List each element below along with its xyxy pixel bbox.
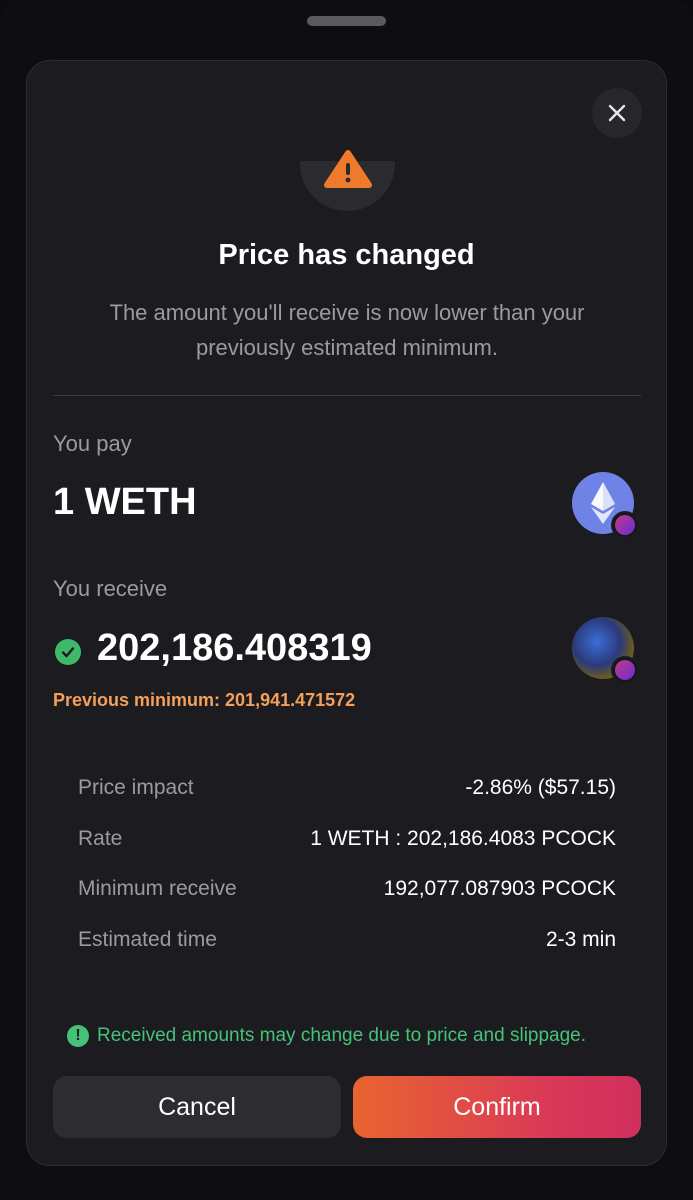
you-pay-label: You pay (53, 431, 132, 456)
detail-value: 2-3 min (545, 927, 616, 951)
network-badge-icon (611, 511, 639, 539)
drag-handle[interactable] (307, 16, 386, 26)
price-changed-modal: Price has changed The amount you'll rece… (26, 60, 667, 1166)
confirm-button[interactable]: Confirm (353, 1076, 641, 1138)
modal-title: Price has changed (218, 239, 475, 271)
detail-key: Price impact (78, 776, 194, 800)
slippage-note: ! Received amounts may change due to pri… (67, 1025, 647, 1047)
check-icon (55, 639, 81, 665)
detail-key: Estimated time (78, 927, 217, 951)
detail-value: -2.86% ($57.15) (465, 776, 616, 800)
cancel-button[interactable]: Cancel (53, 1076, 341, 1138)
detail-key: Minimum receive (78, 877, 237, 901)
swap-details: Price impact -2.86% ($57.15) Rate 1 WETH… (78, 763, 616, 965)
warning-icon (324, 150, 372, 188)
detail-row-estimated-time: Estimated time 2-3 min (78, 915, 616, 966)
you-receive-label: You receive (53, 576, 168, 601)
detail-key: Rate (78, 826, 123, 850)
divider (53, 395, 641, 396)
previous-minimum: Previous minimum: 201,941.471572 (53, 690, 356, 710)
close-button[interactable] (592, 88, 642, 138)
app-frame: Price has changed The amount you'll rece… (0, 0, 693, 1200)
modal-subtitle: The amount you'll receive is now lower t… (109, 300, 585, 360)
slippage-note-text: Received amounts may change due to price… (97, 1025, 587, 1046)
close-icon (608, 104, 626, 122)
detail-value: 1 WETH : 202,186.4083 PCOCK (310, 826, 616, 850)
receive-amount: 202,186.408319 (97, 627, 372, 669)
detail-value: 192,077.087903 PCOCK (383, 877, 616, 901)
info-icon: ! (67, 1025, 89, 1047)
detail-row-rate: Rate 1 WETH : 202,186.4083 PCOCK (78, 814, 616, 865)
pay-amount: 1 WETH (53, 481, 197, 523)
network-badge-icon (611, 656, 639, 684)
detail-row-minimum-receive: Minimum receive 192,077.087903 PCOCK (78, 864, 616, 915)
detail-row-price-impact: Price impact -2.86% ($57.15) (78, 763, 616, 814)
